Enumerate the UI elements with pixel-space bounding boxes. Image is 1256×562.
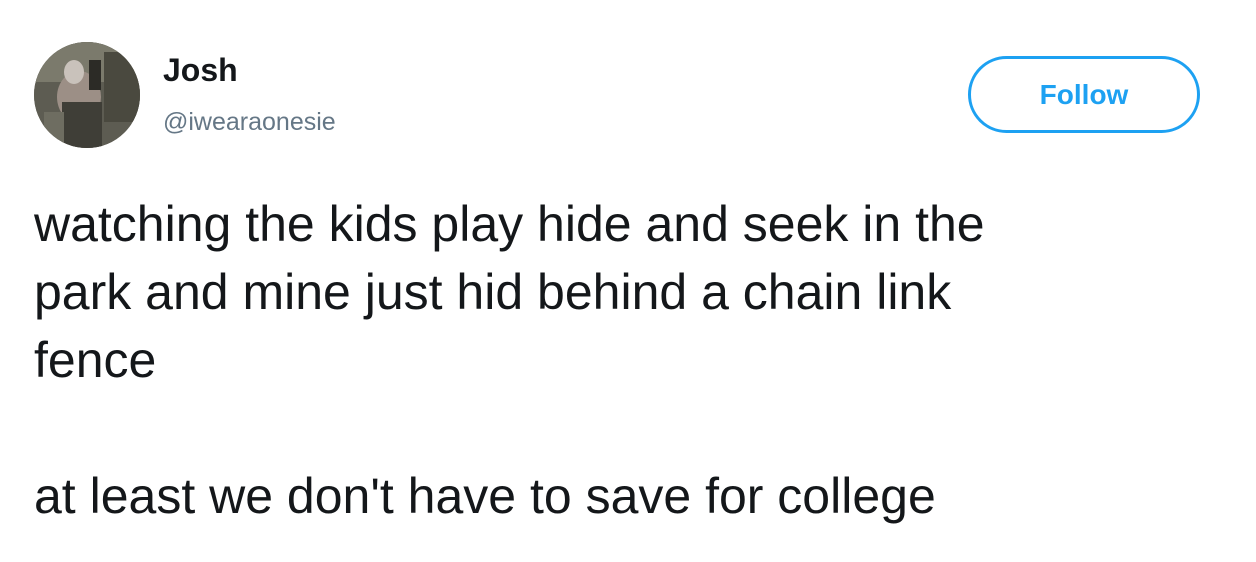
tweet-text-paragraph-2: at least we don't have to save for colle… (34, 468, 936, 524)
tweet-text-line-3: fence (34, 332, 157, 388)
avatar-image (34, 42, 140, 148)
tweet-text: watching the kids play hide and seek in … (34, 190, 1234, 530)
tweet-text-line-2: park and mine just hid behind a chain li… (34, 264, 952, 320)
follow-button[interactable]: Follow (968, 56, 1200, 133)
tweet-card: Josh @iwearaonesie Follow watching the k… (0, 0, 1256, 562)
tweet-text-line-1: watching the kids play hide and seek in … (34, 196, 985, 252)
avatar[interactable] (34, 42, 140, 148)
author-display-name[interactable]: Josh (163, 50, 238, 90)
author-handle[interactable]: @iwearaonesie (163, 106, 336, 138)
